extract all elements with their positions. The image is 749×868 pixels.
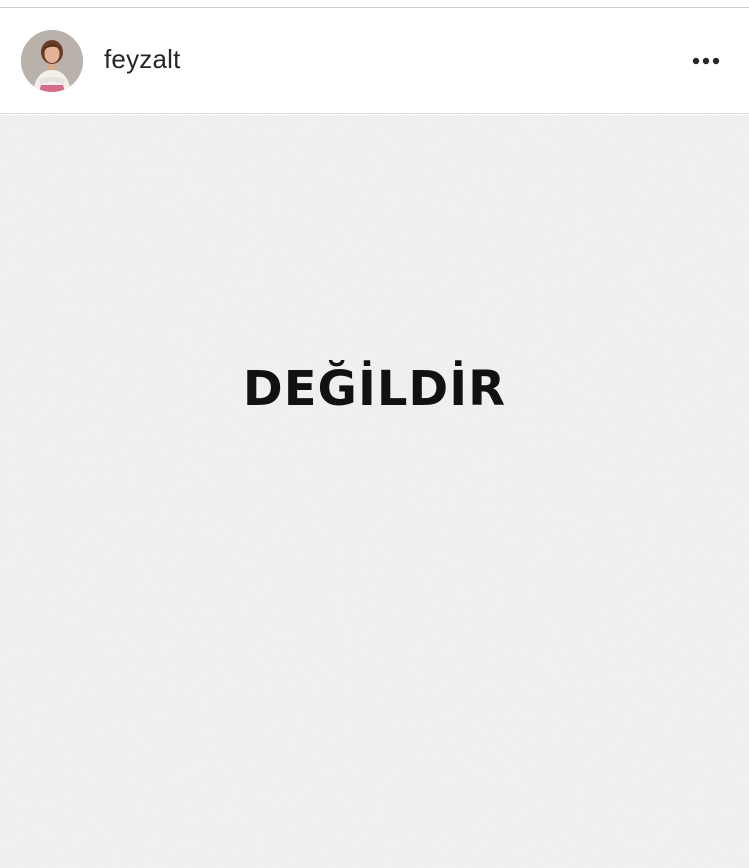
profile-photo-icon bbox=[21, 30, 83, 92]
top-divider bbox=[0, 0, 749, 8]
post-image[interactable]: DEĞİLDİR bbox=[0, 115, 749, 868]
avatar[interactable] bbox=[21, 30, 83, 92]
more-options-button[interactable] bbox=[686, 46, 726, 76]
paper-texture bbox=[0, 115, 749, 868]
post-header: feyzalt bbox=[0, 8, 749, 114]
username[interactable]: feyzalt bbox=[104, 44, 181, 75]
post-image-text: DEĞİLDİR bbox=[242, 361, 507, 417]
more-horizontal-icon bbox=[692, 57, 720, 65]
